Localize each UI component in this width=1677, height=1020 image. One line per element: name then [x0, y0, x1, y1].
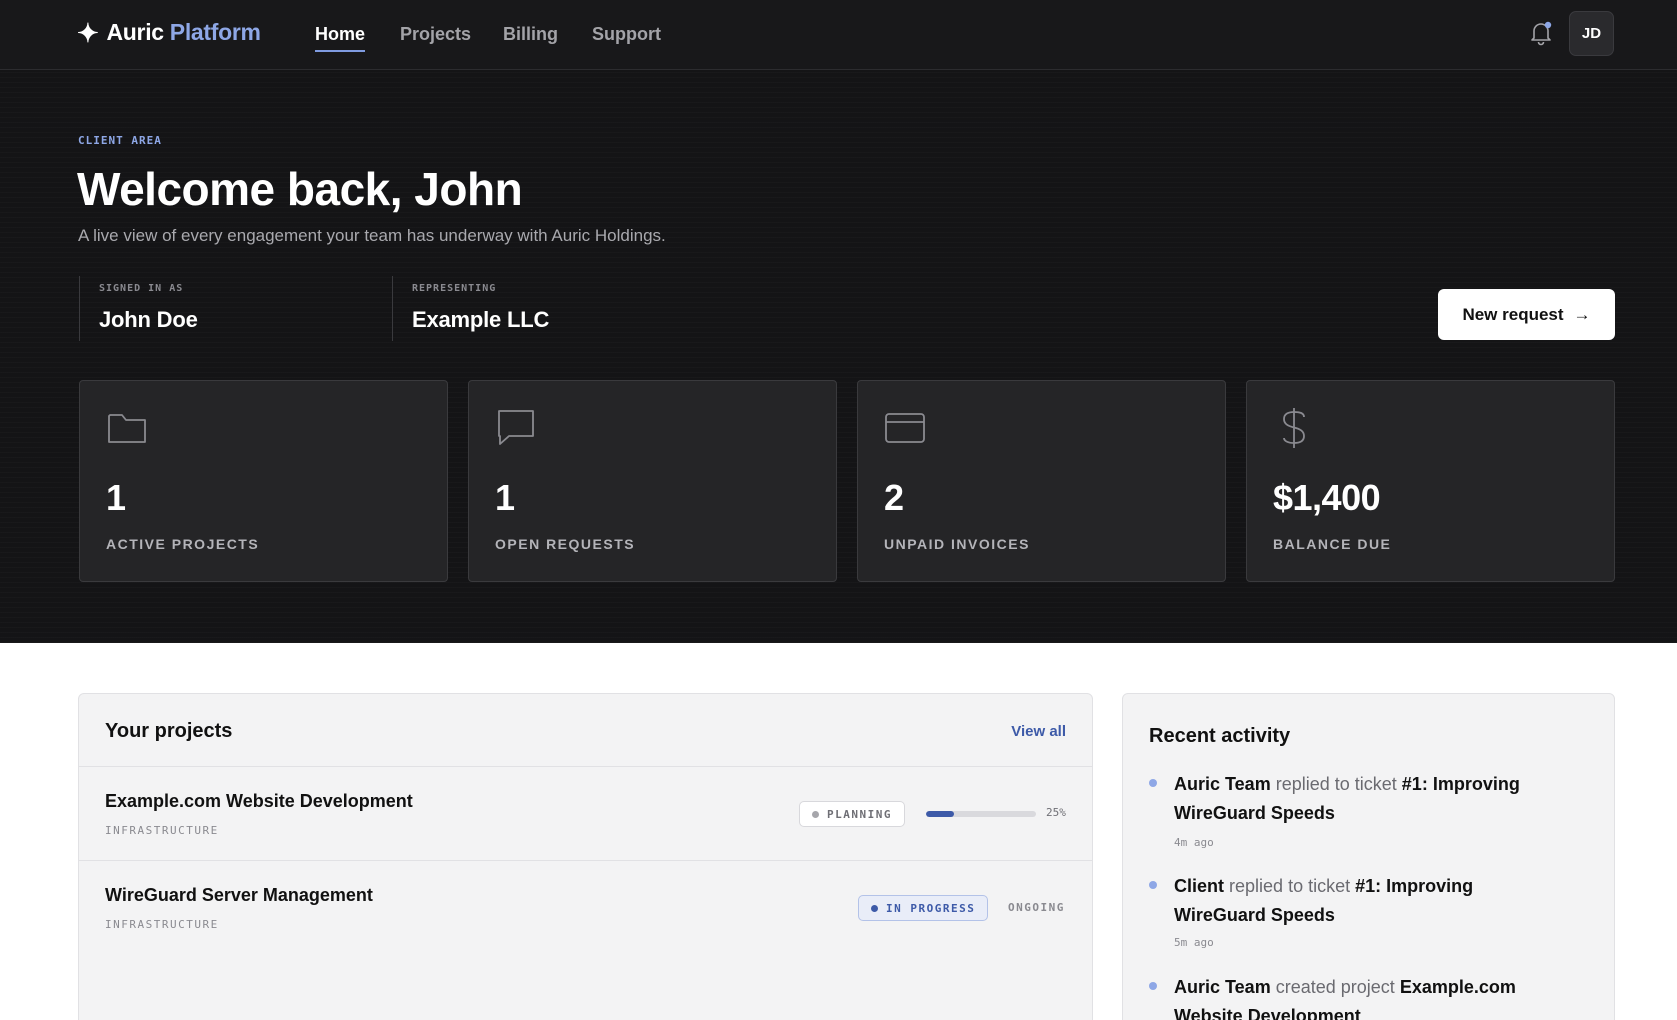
dollar-icon [1283, 408, 1305, 448]
stat-value: 1 [106, 477, 126, 518]
projects-title: Your projects [105, 720, 233, 742]
new-request-label: New request [1462, 304, 1564, 324]
activity-text: Client replied to ticket #1: Improving W… [1174, 872, 1554, 930]
stat-value: $1,400 [1273, 477, 1381, 518]
projects-card: Your projects View all Example.com Websi… [78, 693, 1093, 1020]
new-request-button[interactable]: New request → [1438, 289, 1615, 340]
nav-home[interactable]: Home [315, 24, 366, 52]
view-all-link[interactable]: View all [1011, 723, 1066, 740]
stat-value: 2 [884, 477, 904, 518]
notification-dot [1544, 21, 1552, 29]
progress-bar-fill [926, 811, 954, 817]
nav-projects[interactable]: Projects [400, 24, 471, 45]
activity-bullet [1149, 779, 1157, 787]
activity-action: replied to ticket [1275, 774, 1397, 794]
representing-block: REPRESENTING Example LLC [392, 276, 705, 341]
status-badge: IN PROGRESS [858, 895, 989, 921]
progress-bar [926, 811, 1036, 817]
activity-text: Auric Team replied to ticket #1: Improvi… [1174, 770, 1554, 828]
activity-action: created project [1275, 977, 1395, 997]
client-area-eyebrow: CLIENT AREA [78, 134, 162, 147]
stat-value: 1 [495, 477, 515, 518]
stat-label: UNPAID INVOICES [884, 536, 1030, 552]
brand-logo[interactable]: ✦ Auric Platform [77, 19, 261, 46]
activity-bullet [1149, 881, 1157, 889]
stat-label: ACTIVE PROJECTS [106, 536, 260, 552]
status-text: IN PROGRESS [886, 901, 976, 915]
stat-label: OPEN REQUESTS [495, 536, 636, 552]
project-row[interactable]: Example.com Website Development INFRASTR… [79, 767, 1092, 861]
signed-in-block: SIGNED IN AS John Doe [79, 276, 392, 341]
sparkle-icon: ✦ [77, 17, 99, 48]
arrow-right-icon: → [1573, 304, 1591, 324]
activity-actor: Auric Team [1174, 977, 1271, 997]
activity-actor: Auric Team [1174, 774, 1271, 794]
stat-card-balance-due[interactable]: $1,400 BALANCE DUE [1246, 380, 1615, 582]
signed-in-value: John Doe [99, 307, 198, 332]
status-dot [812, 810, 819, 818]
activity-text: Auric Team created project Example.com W… [1174, 973, 1554, 1020]
brand-name-primary: Auric [106, 19, 165, 45]
representing-value: Example LLC [412, 307, 550, 332]
signed-in-label: SIGNED IN AS [99, 283, 184, 294]
user-avatar[interactable]: JD [1569, 11, 1614, 56]
status-badge: PLANNING [799, 801, 905, 827]
activity-bullet [1149, 982, 1157, 990]
top-navbar: ✦ Auric Platform Home Projects Billing S… [0, 0, 1677, 70]
project-name[interactable]: WireGuard Server Management [105, 885, 373, 906]
project-category: INFRASTRUCTURE [105, 918, 219, 931]
activity-title: Recent activity [1149, 725, 1291, 747]
stat-card-active-projects[interactable]: 1 ACTIVE PROJECTS [79, 380, 448, 582]
progress-label: ONGOING [1008, 901, 1065, 914]
chat-icon [498, 410, 534, 445]
stat-card-unpaid-invoices[interactable]: 2 UNPAID INVOICES [857, 380, 1226, 582]
activity-action: replied to ticket [1229, 876, 1351, 896]
project-row[interactable]: WireGuard Server Management INFRASTRUCTU… [79, 861, 1092, 955]
nav-support[interactable]: Support [592, 24, 661, 45]
status-dot [871, 904, 878, 912]
stat-card-open-requests[interactable]: 1 OPEN REQUESTS [468, 380, 837, 582]
stat-label: BALANCE DUE [1273, 536, 1392, 552]
activity-time: 5m ago [1174, 936, 1214, 949]
folder-icon [108, 414, 146, 443]
page-title: Welcome back, John [77, 163, 523, 215]
activity-time: 4m ago [1174, 836, 1214, 849]
brand-name-secondary: Platform [169, 19, 261, 45]
activity-actor: Client [1174, 876, 1225, 896]
representing-label: REPRESENTING [412, 283, 497, 294]
activity-card: Recent activity Auric Team replied to ti… [1122, 693, 1615, 1020]
project-category: INFRASTRUCTURE [105, 824, 219, 837]
bell-icon[interactable] [1528, 20, 1554, 46]
hero-section: CLIENT AREA Welcome back, John A live vi… [0, 70, 1677, 643]
credit-card-icon [885, 413, 925, 443]
status-text: PLANNING [827, 807, 892, 821]
project-name[interactable]: Example.com Website Development [105, 791, 413, 812]
page-subtitle: A live view of every engagement your tea… [78, 226, 666, 245]
nav-billing[interactable]: Billing [503, 24, 558, 45]
progress-percent: 25% [1046, 806, 1066, 819]
projects-header: Your projects View all [79, 694, 1092, 767]
